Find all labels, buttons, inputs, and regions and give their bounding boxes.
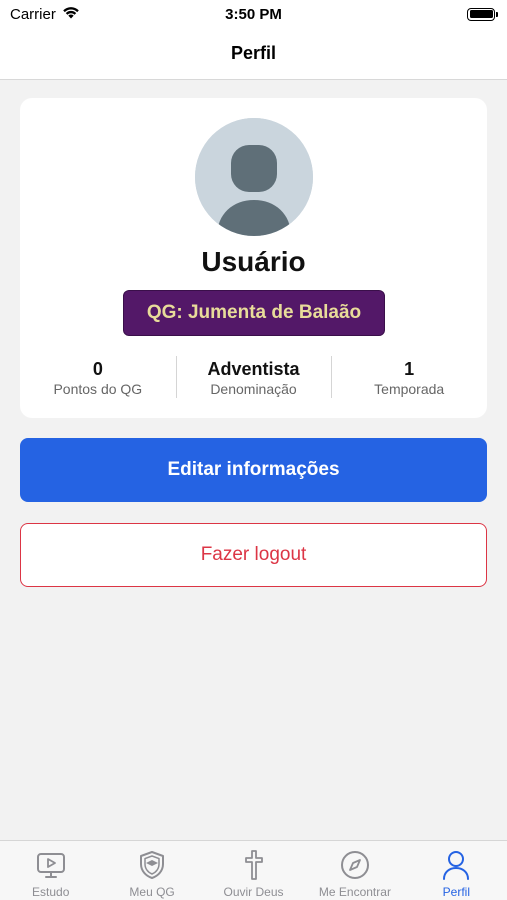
tab-label: Estudo	[32, 885, 70, 899]
battery-icon	[467, 7, 498, 21]
shield-icon	[136, 849, 168, 881]
stat-denomination: Adventista Denominação	[175, 356, 332, 400]
stat-value: 0	[92, 359, 103, 379]
stat-label: Denominação	[210, 381, 297, 397]
tab-meu-qg[interactable]: Meu QG	[101, 841, 202, 900]
stats-row: 0 Pontos do QG Adventista Denominação 1 …	[20, 356, 487, 400]
stat-value: 1	[404, 359, 415, 379]
tab-estudo[interactable]: Estudo	[0, 841, 101, 900]
stat-qg-points: 0 Pontos do QG	[20, 356, 176, 400]
person-icon	[440, 849, 472, 881]
play-screen-icon	[35, 849, 67, 881]
tab-label: Me Encontrar	[318, 885, 391, 899]
tab-ouvir-deus[interactable]: Ouvir Deus	[203, 841, 304, 900]
tab-perfil[interactable]: Perfil	[406, 841, 507, 900]
stat-label: Pontos do QG	[53, 381, 143, 397]
status-time: 3:50 PM	[225, 5, 282, 23]
profile-screen: Carrier 3:50 PM Perfil Usuário QG: Jumen…	[0, 0, 507, 900]
user-name: Usuário	[201, 246, 306, 277]
status-bar: Carrier 3:50 PM	[0, 0, 507, 28]
page-title: Perfil	[230, 43, 277, 63]
profile-card: Usuário QG: Jumenta de Balaão 0 Pontos d…	[20, 98, 487, 418]
avatar	[195, 118, 313, 236]
compass-icon	[339, 849, 371, 881]
stat-season: 1 Temporada	[331, 356, 487, 400]
avatar-placeholder-icon	[195, 118, 313, 236]
tab-label: Perfil	[442, 885, 470, 899]
qg-badge: QG: Jumenta de Balaão	[123, 290, 385, 336]
stat-value: Adventista	[207, 359, 300, 379]
stat-label: Temporada	[374, 381, 445, 397]
battery-fill	[469, 10, 493, 18]
navigation-bar: Perfil	[0, 28, 507, 80]
tab-bar: Estudo Meu QG Ouvir Deus Me Encontrar Pe…	[0, 840, 507, 900]
tab-label: Meu QG	[129, 885, 175, 899]
tab-me-encontrar[interactable]: Me Encontrar	[304, 841, 405, 900]
cross-icon	[238, 849, 270, 881]
logout-button[interactable]: Fazer logout	[20, 523, 487, 587]
edit-info-button[interactable]: Editar informações	[20, 438, 487, 502]
tab-label: Ouvir Deus	[223, 885, 284, 899]
